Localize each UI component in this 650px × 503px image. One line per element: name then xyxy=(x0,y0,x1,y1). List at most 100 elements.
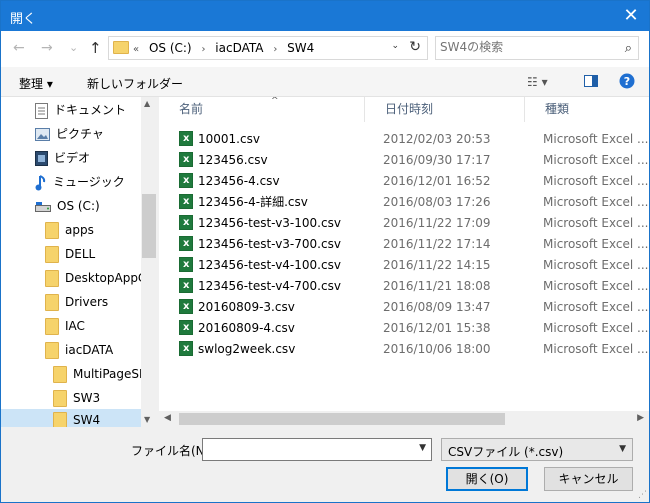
file-date: 2016/10/06 18:00 xyxy=(383,342,491,356)
file-name: 123456-test-v4-700.csv xyxy=(179,275,379,297)
file-list: ^ 名前 日付時刻 種類 10001.csv 2012/02/03 20:53 Mi… xyxy=(159,97,649,427)
scroll-up-arrow-icon[interactable]: ▲ xyxy=(144,99,150,108)
column-header-name[interactable]: ^ 名前 xyxy=(159,97,365,122)
column-header-label: 種類 xyxy=(545,102,570,116)
video-icon xyxy=(35,151,48,166)
file-date: 2016/12/01 15:38 xyxy=(383,321,491,335)
excel-file-icon xyxy=(179,170,193,191)
file-type: Microsoft Excel ... xyxy=(543,258,649,272)
refresh-icon[interactable]: ↻ xyxy=(409,39,421,55)
file-name: 10001.csv xyxy=(179,128,379,150)
file-type: Microsoft Excel ... xyxy=(543,300,649,314)
horizontal-scrollbar[interactable]: ◀ ▶ xyxy=(159,411,649,427)
chevron-down-icon[interactable]: ⌄ xyxy=(391,41,399,51)
breadcrumb-item[interactable]: OS (C:) xyxy=(149,41,192,55)
excel-file-icon xyxy=(179,233,193,254)
nav-item-pictures[interactable]: ピクチャ xyxy=(35,123,104,147)
organize-button[interactable]: 整理 ▾ xyxy=(19,75,53,92)
file-name: 123456-test-v3-100.csv xyxy=(179,212,379,234)
file-name: 20160809-3.csv xyxy=(179,296,379,318)
chevron-right-icon[interactable]: › xyxy=(273,44,277,55)
file-date: 2016/11/22 17:09 xyxy=(383,216,491,230)
preview-pane-button[interactable] xyxy=(583,73,599,92)
folder-icon xyxy=(45,318,59,335)
navigation-pane: ドキュメント ピクチャ ビデオ ミュージック OS (C:) apps DELL… xyxy=(1,97,157,427)
file-type: Microsoft Excel ... xyxy=(543,174,649,188)
scroll-left-arrow-icon[interactable]: ◀ xyxy=(164,413,171,423)
file-name: 123456-4-詳細.csv xyxy=(179,191,379,213)
excel-file-icon xyxy=(179,254,193,275)
help-button[interactable]: ? xyxy=(619,73,635,92)
excel-file-icon xyxy=(179,128,193,149)
command-toolbar: 整理 ▾ 新しいフォルダー ☷ ▾ ? xyxy=(1,67,649,97)
svg-text:?: ? xyxy=(624,75,630,88)
nav-item-dell[interactable]: DELL xyxy=(45,243,95,267)
breadcrumb-item[interactable]: iacDATA xyxy=(215,41,263,55)
cancel-button[interactable]: キャンセル xyxy=(544,467,633,491)
music-icon xyxy=(35,174,46,190)
nav-item-desktopappc[interactable]: DesktopAppC xyxy=(45,267,146,291)
nav-item-multipagesd[interactable]: MultiPageSD xyxy=(53,363,148,387)
nav-item-label: DELL xyxy=(65,247,96,261)
sort-ascending-icon: ^ xyxy=(271,97,279,106)
nav-item-sw4[interactable]: SW4 xyxy=(1,409,141,427)
help-icon: ? xyxy=(619,73,635,89)
scroll-right-arrow-icon[interactable]: ▶ xyxy=(637,413,644,423)
close-icon[interactable]: ✕ xyxy=(613,1,649,31)
breadcrumb-overflow[interactable]: « xyxy=(133,44,139,55)
back-arrow-icon[interactable]: ← xyxy=(13,40,25,56)
file-name: swlog2week.csv xyxy=(179,338,379,360)
view-options-button[interactable]: ☷ ▾ xyxy=(527,75,548,89)
column-header-type[interactable]: 種類 xyxy=(525,97,649,122)
up-arrow-icon[interactable]: ↑ xyxy=(89,39,102,57)
filename-input[interactable] xyxy=(206,442,396,456)
new-folder-button[interactable]: 新しいフォルダー xyxy=(87,75,183,92)
scrollbar-thumb[interactable] xyxy=(179,413,505,425)
file-name: 20160809-4.csv xyxy=(179,317,379,339)
filename-combobox[interactable]: ▼ xyxy=(202,438,432,461)
column-header-label: 名前 xyxy=(179,102,204,116)
scrollbar-thumb[interactable] xyxy=(142,194,156,258)
address-row: ← → ⌄ ↑ « OS (C:) › iacDATA › SW4 ⌄ ↻ ⌕ xyxy=(1,31,649,67)
file-type: Microsoft Excel ... xyxy=(543,342,649,356)
nav-item-iac[interactable]: IAC xyxy=(45,315,85,339)
scroll-down-arrow-icon[interactable]: ▼ xyxy=(144,415,150,424)
search-input[interactable] xyxy=(440,40,610,54)
drive-icon xyxy=(35,201,51,212)
chevron-down-icon[interactable]: ▼ xyxy=(419,443,426,453)
nav-item-label: DesktopAppC xyxy=(65,271,147,285)
nav-item-label: Drivers xyxy=(65,295,109,309)
nav-item-os-c[interactable]: OS (C:) xyxy=(35,195,100,219)
recent-locations-icon[interactable]: ⌄ xyxy=(69,41,78,54)
filetype-select[interactable]: CSVファイル (*.csv) ▼ xyxy=(441,438,633,461)
nav-item-videos[interactable]: ビデオ xyxy=(35,147,90,171)
excel-file-icon xyxy=(179,212,193,233)
nav-item-music[interactable]: ミュージック xyxy=(35,171,125,195)
file-name: 123456-4.csv xyxy=(179,170,379,192)
nav-item-sw3[interactable]: SW3 xyxy=(53,387,100,411)
breadcrumb-item[interactable]: SW4 xyxy=(287,41,314,55)
column-header-date[interactable]: 日付時刻 xyxy=(365,97,525,122)
forward-arrow-icon[interactable]: → xyxy=(41,40,53,56)
nav-item-apps[interactable]: apps xyxy=(45,219,94,243)
window-title: 開く xyxy=(10,12,37,27)
search-icon[interactable]: ⌕ xyxy=(625,41,632,56)
nav-item-drivers[interactable]: Drivers xyxy=(45,291,108,315)
nav-item-label: IAC xyxy=(65,319,85,333)
resize-grip-icon[interactable]: ⋰ xyxy=(638,490,647,500)
navigation-scrollbar[interactable]: ▲ ▼ xyxy=(141,97,157,427)
file-date: 2016/08/03 17:26 xyxy=(383,195,491,209)
nav-item-label: apps xyxy=(65,223,94,237)
dialog-footer: ファイル名(N): ▼ CSVファイル (*.csv) ▼ 開く(O) キャンセ… xyxy=(1,427,649,502)
nav-item-documents[interactable]: ドキュメント xyxy=(35,99,126,123)
nav-item-label: SW4 xyxy=(73,413,101,427)
file-date: 2016/09/30 17:17 xyxy=(383,153,491,167)
file-type: Microsoft Excel ... xyxy=(543,153,649,167)
file-date: 2012/02/03 20:53 xyxy=(383,132,491,146)
open-button[interactable]: 開く(O) xyxy=(446,467,528,491)
search-box[interactable]: ⌕ xyxy=(435,36,639,60)
nav-item-iacdata[interactable]: iacDATA xyxy=(45,339,113,363)
nav-item-label: iacDATA xyxy=(65,343,114,357)
address-bar[interactable]: « OS (C:) › iacDATA › SW4 ⌄ ↻ xyxy=(108,36,428,60)
chevron-right-icon[interactable]: › xyxy=(201,44,205,55)
